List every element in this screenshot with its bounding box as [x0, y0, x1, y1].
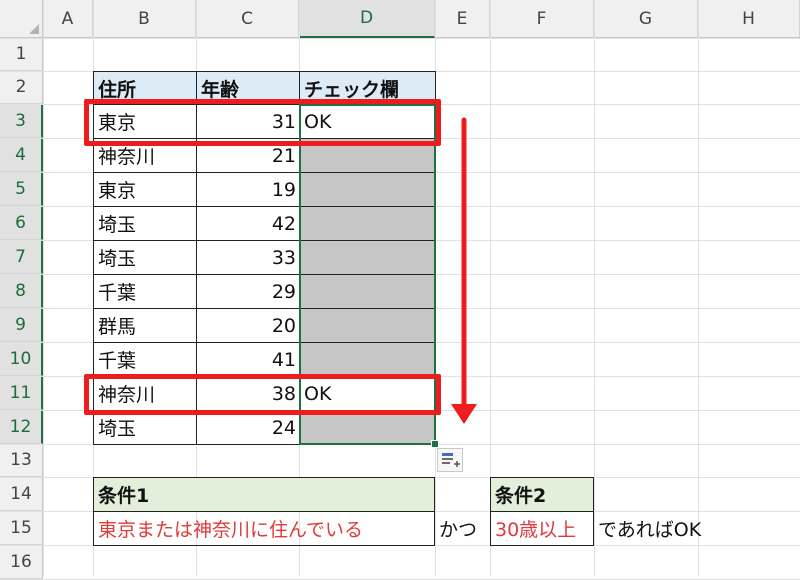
result-text-cell[interactable]: であればOK — [598, 511, 701, 546]
condition2-label: 条件2 — [495, 485, 547, 507]
address-cell[interactable]: 群馬 — [93, 308, 197, 343]
column-header-F[interactable]: F — [490, 0, 594, 38]
column-header-G[interactable]: G — [594, 0, 698, 38]
down-arrow-icon — [451, 117, 477, 424]
condition1-label: 条件1 — [98, 485, 150, 507]
age-cell[interactable]: 20 — [196, 308, 300, 343]
address-cell[interactable]: 埼玉 — [93, 206, 197, 241]
condition1-text: 東京または神奈川に住んでいる — [98, 519, 364, 541]
age-cell[interactable]: 41 — [196, 342, 300, 377]
address-cell[interactable]: 千葉 — [93, 274, 197, 309]
gridline-h — [0, 38, 800, 39]
select-all-corner[interactable] — [0, 0, 43, 38]
highlight-row3-box — [84, 99, 441, 146]
address-cell[interactable]: 千葉 — [93, 342, 197, 377]
and-text-cell[interactable]: かつ — [439, 511, 477, 546]
row-header-10[interactable]: 10 — [0, 342, 43, 376]
condition2-text: 30歳以上 — [495, 519, 577, 541]
row-header-3[interactable]: 3 — [0, 104, 43, 138]
and-text: かつ — [439, 519, 478, 541]
row-header-15[interactable]: 15 — [0, 511, 43, 545]
result-text: であればOK — [598, 519, 702, 541]
row-header-12[interactable]: 12 — [0, 410, 43, 444]
condition2-label-cell[interactable]: 条件2 — [490, 477, 594, 512]
condition2-text-cell[interactable]: 30歳以上 — [490, 511, 594, 546]
row-header-14[interactable]: 14 — [0, 477, 43, 511]
highlight-row11-box — [84, 374, 441, 415]
gridline-v — [698, 0, 699, 576]
gridline-v — [43, 0, 44, 576]
age-cell[interactable]: 29 — [196, 274, 300, 309]
address-cell[interactable]: 東京 — [93, 172, 197, 207]
paste-options-button[interactable] — [437, 448, 463, 472]
fill-handle[interactable] — [431, 440, 439, 448]
address-cell[interactable]: 埼玉 — [93, 240, 197, 275]
row-header-4[interactable]: 4 — [0, 138, 43, 172]
age-cell[interactable]: 19 — [196, 172, 300, 207]
row-header-7[interactable]: 7 — [0, 240, 43, 274]
row-header-2[interactable]: 2 — [0, 71, 43, 104]
address-cell[interactable]: 埼玉 — [93, 410, 197, 445]
column-header-D[interactable]: D — [299, 0, 435, 38]
age-cell[interactable]: 33 — [196, 240, 300, 275]
row-header-13[interactable]: 13 — [0, 444, 43, 477]
age-cell[interactable]: 24 — [196, 410, 300, 445]
age-cell[interactable]: 42 — [196, 206, 300, 241]
spreadsheet[interactable]: ABCDEFGH 1 2 3 4 5 6 7 8 9 10 11 12 13 14 15 16 住所 年齢 チェッ… — [0, 0, 800, 580]
row-header-1[interactable]: 1 — [0, 38, 43, 71]
condition1-label-cell[interactable]: 条件1 — [93, 477, 435, 512]
column-header-H[interactable]: H — [698, 0, 800, 38]
row-header-6[interactable]: 6 — [0, 206, 43, 240]
column-header-A[interactable]: A — [43, 0, 93, 38]
row-header-8[interactable]: 8 — [0, 274, 43, 308]
column-header-B[interactable]: B — [93, 0, 196, 38]
row-header-11[interactable]: 11 — [0, 376, 43, 410]
row-header-16[interactable]: 16 — [0, 545, 43, 579]
row-header-9[interactable]: 9 — [0, 308, 43, 342]
paste-options-icon — [442, 453, 460, 467]
column-header-C[interactable]: C — [196, 0, 299, 38]
gridline-v — [594, 0, 595, 576]
column-header-E[interactable]: E — [435, 0, 490, 38]
condition1-text-cell[interactable]: 東京または神奈川に住んでいる — [93, 511, 435, 546]
row-header-5[interactable]: 5 — [0, 172, 43, 206]
